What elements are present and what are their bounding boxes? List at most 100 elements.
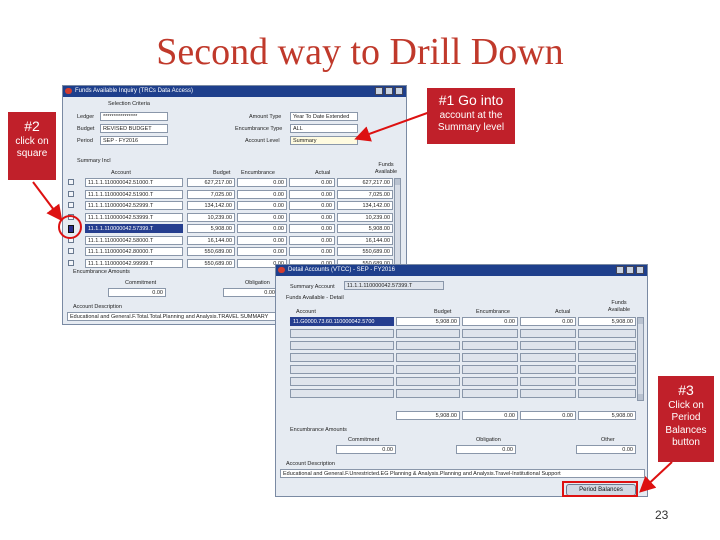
cell-funds[interactable] — [578, 353, 636, 362]
cell-account[interactable] — [290, 329, 394, 338]
obligation-field[interactable]: 0.00 — [223, 288, 278, 297]
cell-funds[interactable]: 16,144.00 — [337, 235, 393, 245]
cell-actual[interactable] — [520, 365, 576, 374]
scroll-up-icon[interactable] — [638, 318, 643, 324]
cell-actual[interactable]: 0.00 — [289, 201, 335, 210]
commitment-field[interactable]: 0.00 — [336, 445, 396, 454]
cell-account[interactable]: 11.1.1.110000042.80000.T — [85, 247, 183, 256]
cell-account[interactable]: 11.1.1.110000042.51900.T — [85, 189, 183, 199]
cell-budget[interactable]: 134,142.00 — [187, 201, 235, 210]
cell-enc[interactable]: 0.00 — [237, 224, 287, 233]
cell-enc[interactable]: 0.00 — [237, 247, 287, 256]
cell-account[interactable] — [290, 377, 394, 386]
cell-budget[interactable]: 627,217.00 — [187, 178, 235, 187]
cell-funds[interactable] — [578, 377, 636, 386]
cell-enc[interactable] — [462, 353, 518, 362]
cell-budget[interactable] — [396, 389, 460, 398]
cell-enc[interactable]: 0.00 — [462, 317, 518, 326]
cell-funds[interactable] — [578, 341, 636, 350]
cell-funds[interactable]: 10,239.00 — [337, 212, 393, 222]
cell-budget[interactable] — [396, 365, 460, 374]
row-select-square[interactable] — [68, 202, 74, 208]
cell-budget[interactable]: 550,689.00 — [187, 247, 235, 256]
cell-actual[interactable] — [520, 377, 576, 386]
cell-funds[interactable]: 627,217.00 — [337, 178, 393, 187]
table-scrollbar[interactable] — [637, 317, 644, 401]
table-scrollbar[interactable] — [394, 178, 401, 271]
cell-enc[interactable] — [462, 329, 518, 338]
encumbrance-type-field[interactable]: ALL — [290, 124, 358, 133]
cell-enc[interactable]: 0.00 — [237, 201, 287, 210]
cell-funds[interactable]: 5,908.00 — [337, 224, 393, 233]
cell-funds[interactable] — [578, 389, 636, 398]
cell-actual[interactable]: 0.00 — [289, 247, 335, 256]
minimize-icon[interactable] — [616, 266, 624, 274]
cell-funds[interactable] — [578, 329, 636, 338]
cell-enc[interactable]: 0.00 — [237, 212, 287, 222]
cell-actual[interactable] — [520, 341, 576, 350]
account-description-field[interactable]: Educational and General.F.Unrestricted.E… — [280, 469, 645, 478]
cell-actual[interactable]: 0.00 — [289, 235, 335, 245]
cell-enc[interactable] — [462, 341, 518, 350]
cell-actual[interactable] — [520, 353, 576, 362]
cell-budget[interactable]: 16,144.00 — [187, 235, 235, 245]
cell-budget[interactable] — [396, 353, 460, 362]
cell-account[interactable] — [290, 341, 394, 350]
close-icon[interactable] — [395, 87, 403, 95]
maximize-icon[interactable] — [385, 87, 393, 95]
cell-account[interactable] — [290, 365, 394, 374]
cell-account[interactable]: 11.1.1.110000042.52999.T — [85, 201, 183, 210]
cell-budget[interactable]: 7,025.00 — [187, 189, 235, 199]
cell-account[interactable]: 11.1.1.110000042.58000.T — [85, 235, 183, 245]
cell-account[interactable]: 11.1.1.110000042.53999.T — [85, 212, 183, 222]
other-field[interactable]: 0.00 — [576, 445, 636, 454]
cell-funds[interactable]: 7,025.00 — [337, 189, 393, 199]
cell-budget[interactable] — [396, 377, 460, 386]
ledger-field[interactable]: **************** — [100, 112, 168, 121]
cell-funds[interactable] — [578, 365, 636, 374]
cell-budget[interactable]: 10,239.00 — [187, 212, 235, 222]
cell-enc[interactable] — [462, 389, 518, 398]
cell-enc[interactable]: 0.00 — [237, 235, 287, 245]
cell-account[interactable]: 11.1.1.110000042.99999.T — [85, 258, 183, 268]
cell-account[interactable] — [290, 389, 394, 398]
cell-funds[interactable]: 550,689.00 — [337, 247, 393, 256]
cell-budget[interactable] — [396, 341, 460, 350]
close-icon[interactable] — [636, 266, 644, 274]
row-select-square[interactable] — [68, 259, 74, 266]
maximize-icon[interactable] — [626, 266, 634, 274]
cell-enc[interactable]: 0.00 — [237, 178, 287, 187]
row-select-square[interactable] — [68, 248, 74, 254]
cell-actual[interactable] — [520, 389, 576, 398]
cell-enc[interactable] — [462, 377, 518, 386]
cell-budget[interactable] — [396, 329, 460, 338]
cell-actual[interactable]: 0.00 — [289, 212, 335, 222]
budget-field[interactable]: REVISED BUDGET — [100, 124, 168, 133]
cell-budget[interactable]: 550,689.00 — [187, 258, 235, 268]
account-level-field[interactable]: Summary — [290, 136, 358, 145]
cell-actual[interactable] — [520, 329, 576, 338]
amount-type-field[interactable]: Year To Date Extended — [290, 112, 358, 121]
cell-account[interactable]: 11.G0000.73.60.110000042.5700 — [290, 317, 394, 326]
summary-account-field[interactable]: 11.1.1.110000042.57399.T — [344, 281, 444, 290]
cell-budget[interactable]: 5,908.00 — [187, 224, 235, 233]
commitment-field[interactable]: 0.00 — [108, 288, 166, 297]
cell-actual[interactable]: 0.00 — [520, 317, 576, 326]
minimize-icon[interactable] — [375, 87, 383, 95]
cell-enc[interactable]: 0.00 — [237, 189, 287, 199]
cell-budget[interactable]: 5,908.00 — [396, 317, 460, 326]
row-select-square[interactable] — [68, 179, 74, 185]
cell-actual[interactable]: 0.00 — [289, 178, 335, 187]
scroll-up-icon[interactable] — [395, 179, 400, 185]
cell-funds[interactable]: 5,908.00 — [578, 317, 636, 326]
cell-account[interactable]: 11.1.1.110000042.57399.T — [85, 224, 183, 233]
scroll-down-icon[interactable] — [638, 394, 643, 400]
cell-account[interactable]: 11.1.1.110000042.51000.T — [85, 178, 183, 187]
cell-funds[interactable]: 134,142.00 — [337, 201, 393, 210]
period-field[interactable]: SEP - FY2016 — [100, 136, 168, 145]
cell-enc[interactable] — [462, 365, 518, 374]
obligation-field[interactable]: 0.00 — [456, 445, 516, 454]
cell-actual[interactable]: 0.00 — [289, 224, 335, 233]
cell-account[interactable] — [290, 353, 394, 362]
cell-actual[interactable]: 0.00 — [289, 189, 335, 199]
